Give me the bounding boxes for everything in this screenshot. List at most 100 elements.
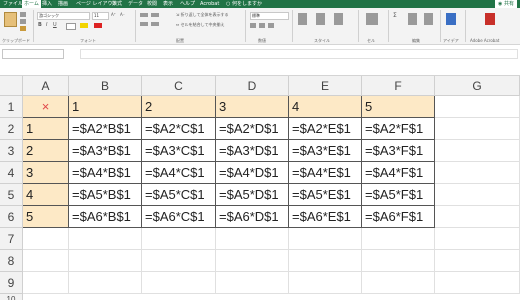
format-painter-icon[interactable] — [20, 26, 26, 31]
column-header-e[interactable]: E — [289, 76, 362, 96]
cell-a9[interactable] — [23, 272, 69, 294]
row-header-9[interactable]: 9 — [0, 272, 23, 294]
conditional-format-icon[interactable] — [298, 13, 307, 25]
find-select-icon[interactable] — [424, 13, 433, 25]
cell-g7[interactable] — [435, 228, 520, 250]
borders-icon[interactable] — [66, 23, 76, 30]
paste-icon[interactable] — [4, 12, 17, 27]
cell-b1[interactable]: 1 — [69, 96, 142, 118]
cut-icon[interactable] — [20, 12, 26, 17]
share-button[interactable]: ◉ 共有 — [495, 0, 517, 8]
cell-b8[interactable] — [69, 250, 142, 272]
cell-b7[interactable] — [69, 228, 142, 250]
cell-e4[interactable]: =$A4*E$1 — [289, 162, 362, 184]
align-middle-icon[interactable] — [151, 13, 159, 17]
cell-c7[interactable] — [142, 228, 216, 250]
row-header-2[interactable]: 2 — [0, 118, 23, 140]
cell-f1[interactable]: 5 — [362, 96, 435, 118]
font-size-select[interactable]: 11 — [92, 12, 109, 20]
currency-icon[interactable] — [250, 23, 256, 28]
cell-f4[interactable]: =$A4*F$1 — [362, 162, 435, 184]
grow-font-icon[interactable]: A⁺ — [111, 12, 116, 17]
italic-icon[interactable]: I — [46, 22, 47, 28]
cell-c1[interactable]: 2 — [142, 96, 216, 118]
cells-icon[interactable] — [366, 13, 378, 25]
number-format-select[interactable]: 標準 — [250, 12, 289, 20]
row-header-10[interactable]: 10 — [0, 294, 23, 300]
cell-e5[interactable]: =$A5*E$1 — [289, 184, 362, 206]
cell-c2[interactable]: =$A2*C$1 — [142, 118, 216, 140]
row-header-6[interactable]: 6 — [0, 206, 23, 228]
cell-f5[interactable]: =$A5*F$1 — [362, 184, 435, 206]
formula-input[interactable] — [80, 49, 518, 59]
cell-b6[interactable]: =$A6*B$1 — [69, 206, 142, 228]
align-center-icon[interactable] — [151, 22, 159, 26]
row-header-3[interactable]: 3 — [0, 140, 23, 162]
cell-f7[interactable] — [362, 228, 435, 250]
cell-a1[interactable]: × — [23, 96, 69, 118]
column-header-a[interactable]: A — [23, 76, 69, 96]
cell-d4[interactable]: =$A4*D$1 — [216, 162, 289, 184]
tab-file[interactable]: ファイル — [3, 1, 23, 7]
column-header-f[interactable]: F — [362, 76, 435, 96]
autosum-icon[interactable]: Σ — [393, 12, 397, 19]
column-header-d[interactable]: D — [216, 76, 289, 96]
cell-f3[interactable]: =$A3*F$1 — [362, 140, 435, 162]
row-header-7[interactable]: 7 — [0, 228, 23, 250]
cell-a2[interactable]: 1 — [23, 118, 69, 140]
copy-icon[interactable] — [20, 19, 26, 24]
cell-f9[interactable] — [362, 272, 435, 294]
cell-e3[interactable]: =$A3*E$1 — [289, 140, 362, 162]
name-box[interactable] — [2, 49, 64, 59]
row-header-1[interactable]: 1 — [0, 96, 23, 118]
row-header-4[interactable]: 4 — [0, 162, 23, 184]
comma-icon[interactable] — [268, 23, 274, 28]
cell-c5[interactable]: =$A5*C$1 — [142, 184, 216, 206]
sort-filter-icon[interactable] — [408, 13, 417, 25]
cell-g1[interactable] — [435, 96, 520, 118]
tab-acrobat[interactable]: Acrobat — [200, 1, 219, 7]
cell-g5[interactable] — [435, 184, 520, 206]
cell-b5[interactable]: =$A5*B$1 — [69, 184, 142, 206]
cell-c6[interactable]: =$A6*C$1 — [142, 206, 216, 228]
cell-c4[interactable]: =$A4*C$1 — [142, 162, 216, 184]
font-color-icon[interactable] — [94, 23, 102, 28]
cell-f8[interactable] — [362, 250, 435, 272]
cell-f2[interactable]: =$A2*F$1 — [362, 118, 435, 140]
wrap-text-button[interactable]: ⇲ 折り返して全体を表示する — [176, 12, 229, 18]
align-left-icon[interactable] — [140, 22, 148, 26]
tab-review[interactable]: 校閲 — [147, 1, 157, 7]
format-as-table-icon[interactable] — [316, 13, 325, 25]
cell-g4[interactable] — [435, 162, 520, 184]
tab-draw[interactable]: 描画 — [58, 1, 68, 7]
cell-e8[interactable] — [289, 250, 362, 272]
cell-e6[interactable]: =$A6*E$1 — [289, 206, 362, 228]
tab-formulas[interactable]: 数式 — [112, 1, 122, 7]
cell-d2[interactable]: =$A2*D$1 — [216, 118, 289, 140]
cell-a6[interactable]: 5 — [23, 206, 69, 228]
cell-g8[interactable] — [435, 250, 520, 272]
cell-d6[interactable]: =$A6*D$1 — [216, 206, 289, 228]
row-header-8[interactable]: 8 — [0, 250, 23, 272]
shrink-font-icon[interactable]: A⁻ — [120, 12, 125, 17]
cell-d9[interactable] — [216, 272, 289, 294]
cell-b9[interactable] — [69, 272, 142, 294]
cell-a5[interactable]: 4 — [23, 184, 69, 206]
cell-g3[interactable] — [435, 140, 520, 162]
column-header-c[interactable]: C — [142, 76, 216, 96]
column-header-b[interactable]: B — [69, 76, 142, 96]
cell-d5[interactable]: =$A5*D$1 — [216, 184, 289, 206]
cell-b4[interactable]: =$A4*B$1 — [69, 162, 142, 184]
tab-view[interactable]: 表示 — [163, 1, 173, 7]
cell-d3[interactable]: =$A3*D$1 — [216, 140, 289, 162]
cell-c8[interactable] — [142, 250, 216, 272]
cell-b3[interactable]: =$A3*B$1 — [69, 140, 142, 162]
align-top-icon[interactable] — [140, 13, 148, 17]
cell-c3[interactable]: =$A3*C$1 — [142, 140, 216, 162]
cell-e1[interactable]: 4 — [289, 96, 362, 118]
ideas-icon[interactable] — [446, 13, 456, 25]
cell-e9[interactable] — [289, 272, 362, 294]
cell-a7[interactable] — [23, 228, 69, 250]
tell-me-search[interactable]: ○ 何をしますか — [226, 1, 262, 7]
cell-d1[interactable]: 3 — [216, 96, 289, 118]
